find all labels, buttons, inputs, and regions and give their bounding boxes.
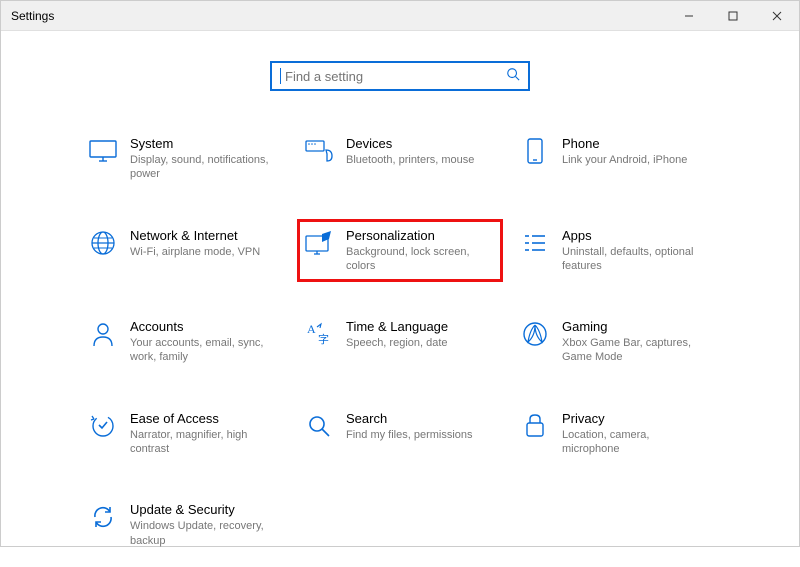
tile-title: Privacy bbox=[562, 411, 707, 426]
tile-desc: Uninstall, defaults, optional features bbox=[562, 245, 707, 274]
search-input[interactable] bbox=[283, 68, 506, 85]
tile-title: Accounts bbox=[130, 319, 275, 334]
search-box[interactable] bbox=[270, 61, 530, 91]
tile-text: Devices Bluetooth, printers, mouse bbox=[346, 136, 474, 167]
close-button[interactable] bbox=[755, 1, 799, 30]
tile-desc: Background, lock screen, colors bbox=[346, 245, 491, 274]
ease-of-access-icon bbox=[88, 411, 118, 441]
apps-icon bbox=[520, 228, 550, 258]
system-icon bbox=[88, 136, 118, 166]
network-icon bbox=[88, 228, 118, 258]
tile-title: Time & Language bbox=[346, 319, 448, 334]
tile-privacy[interactable]: Privacy Location, camera, microphone bbox=[513, 402, 719, 466]
tile-text: Search Find my files, permissions bbox=[346, 411, 473, 442]
devices-icon bbox=[304, 136, 334, 166]
tile-text: Accounts Your accounts, email, sync, wor… bbox=[130, 319, 275, 365]
tile-title: Gaming bbox=[562, 319, 707, 334]
search-tile-icon bbox=[304, 411, 334, 441]
tile-search[interactable]: Search Find my files, permissions bbox=[297, 402, 503, 466]
tile-update-security[interactable]: Update & Security Windows Update, recove… bbox=[81, 493, 287, 557]
privacy-icon bbox=[520, 411, 550, 441]
tile-system[interactable]: System Display, sound, notifications, po… bbox=[81, 127, 287, 191]
gaming-icon bbox=[520, 319, 550, 349]
search-icon bbox=[506, 67, 520, 86]
personalization-icon bbox=[304, 228, 334, 258]
tile-text: Time & Language Speech, region, date bbox=[346, 319, 448, 350]
tile-text: Privacy Location, camera, microphone bbox=[562, 411, 707, 457]
tile-text: Network & Internet Wi-Fi, airplane mode,… bbox=[130, 228, 260, 259]
tile-desc: Xbox Game Bar, captures, Game Mode bbox=[562, 336, 707, 365]
tile-desc: Your accounts, email, sync, work, family bbox=[130, 336, 275, 365]
phone-icon bbox=[520, 136, 550, 166]
tile-title: Devices bbox=[346, 136, 474, 151]
tile-desc: Speech, region, date bbox=[346, 336, 448, 350]
tile-personalization[interactable]: Personalization Background, lock screen,… bbox=[297, 219, 503, 283]
tile-apps[interactable]: Apps Uninstall, defaults, optional featu… bbox=[513, 219, 719, 283]
tile-text: Phone Link your Android, iPhone bbox=[562, 136, 687, 167]
tile-text: Update & Security Windows Update, recove… bbox=[130, 502, 275, 548]
tile-title: Ease of Access bbox=[130, 411, 275, 426]
tile-desc: Narrator, magnifier, high contrast bbox=[130, 428, 275, 457]
tile-text: Apps Uninstall, defaults, optional featu… bbox=[562, 228, 707, 274]
tile-desc: Location, camera, microphone bbox=[562, 428, 707, 457]
tile-desc: Wi-Fi, airplane mode, VPN bbox=[130, 245, 260, 259]
tile-desc: Windows Update, recovery, backup bbox=[130, 519, 275, 548]
svg-text:字: 字 bbox=[318, 332, 329, 346]
tile-phone[interactable]: Phone Link your Android, iPhone bbox=[513, 127, 719, 191]
tile-desc: Display, sound, notifications, power bbox=[130, 153, 275, 182]
tile-title: Update & Security bbox=[130, 502, 275, 517]
tile-title: Phone bbox=[562, 136, 687, 151]
tile-desc: Bluetooth, printers, mouse bbox=[346, 153, 474, 167]
tile-network[interactable]: Network & Internet Wi-Fi, airplane mode,… bbox=[81, 219, 287, 283]
tile-title: Network & Internet bbox=[130, 228, 260, 243]
tile-time-language[interactable]: A字 Time & Language Speech, region, date bbox=[297, 310, 503, 374]
tile-text: System Display, sound, notifications, po… bbox=[130, 136, 275, 182]
settings-grid: System Display, sound, notifications, po… bbox=[21, 127, 779, 557]
tile-title: Personalization bbox=[346, 228, 491, 243]
maximize-button[interactable] bbox=[711, 1, 755, 30]
minimize-button[interactable] bbox=[667, 1, 711, 30]
window-controls bbox=[667, 1, 799, 30]
content-area: System Display, sound, notifications, po… bbox=[1, 31, 799, 567]
titlebar: Settings bbox=[1, 1, 799, 31]
tile-gaming[interactable]: Gaming Xbox Game Bar, captures, Game Mod… bbox=[513, 310, 719, 374]
accounts-icon bbox=[88, 319, 118, 349]
update-icon bbox=[88, 502, 118, 532]
tile-accounts[interactable]: Accounts Your accounts, email, sync, wor… bbox=[81, 310, 287, 374]
window-title: Settings bbox=[11, 9, 54, 23]
search-wrap bbox=[21, 61, 779, 91]
tile-title: Search bbox=[346, 411, 473, 426]
tile-text: Gaming Xbox Game Bar, captures, Game Mod… bbox=[562, 319, 707, 365]
tile-devices[interactable]: Devices Bluetooth, printers, mouse bbox=[297, 127, 503, 191]
tile-title: System bbox=[130, 136, 275, 151]
tile-desc: Link your Android, iPhone bbox=[562, 153, 687, 167]
tile-title: Apps bbox=[562, 228, 707, 243]
tile-ease-of-access[interactable]: Ease of Access Narrator, magnifier, high… bbox=[81, 402, 287, 466]
tile-text: Ease of Access Narrator, magnifier, high… bbox=[130, 411, 275, 457]
tile-desc: Find my files, permissions bbox=[346, 428, 473, 442]
time-language-icon: A字 bbox=[304, 319, 334, 349]
tile-text: Personalization Background, lock screen,… bbox=[346, 228, 491, 274]
text-caret bbox=[280, 68, 281, 84]
svg-text:A: A bbox=[307, 322, 316, 336]
